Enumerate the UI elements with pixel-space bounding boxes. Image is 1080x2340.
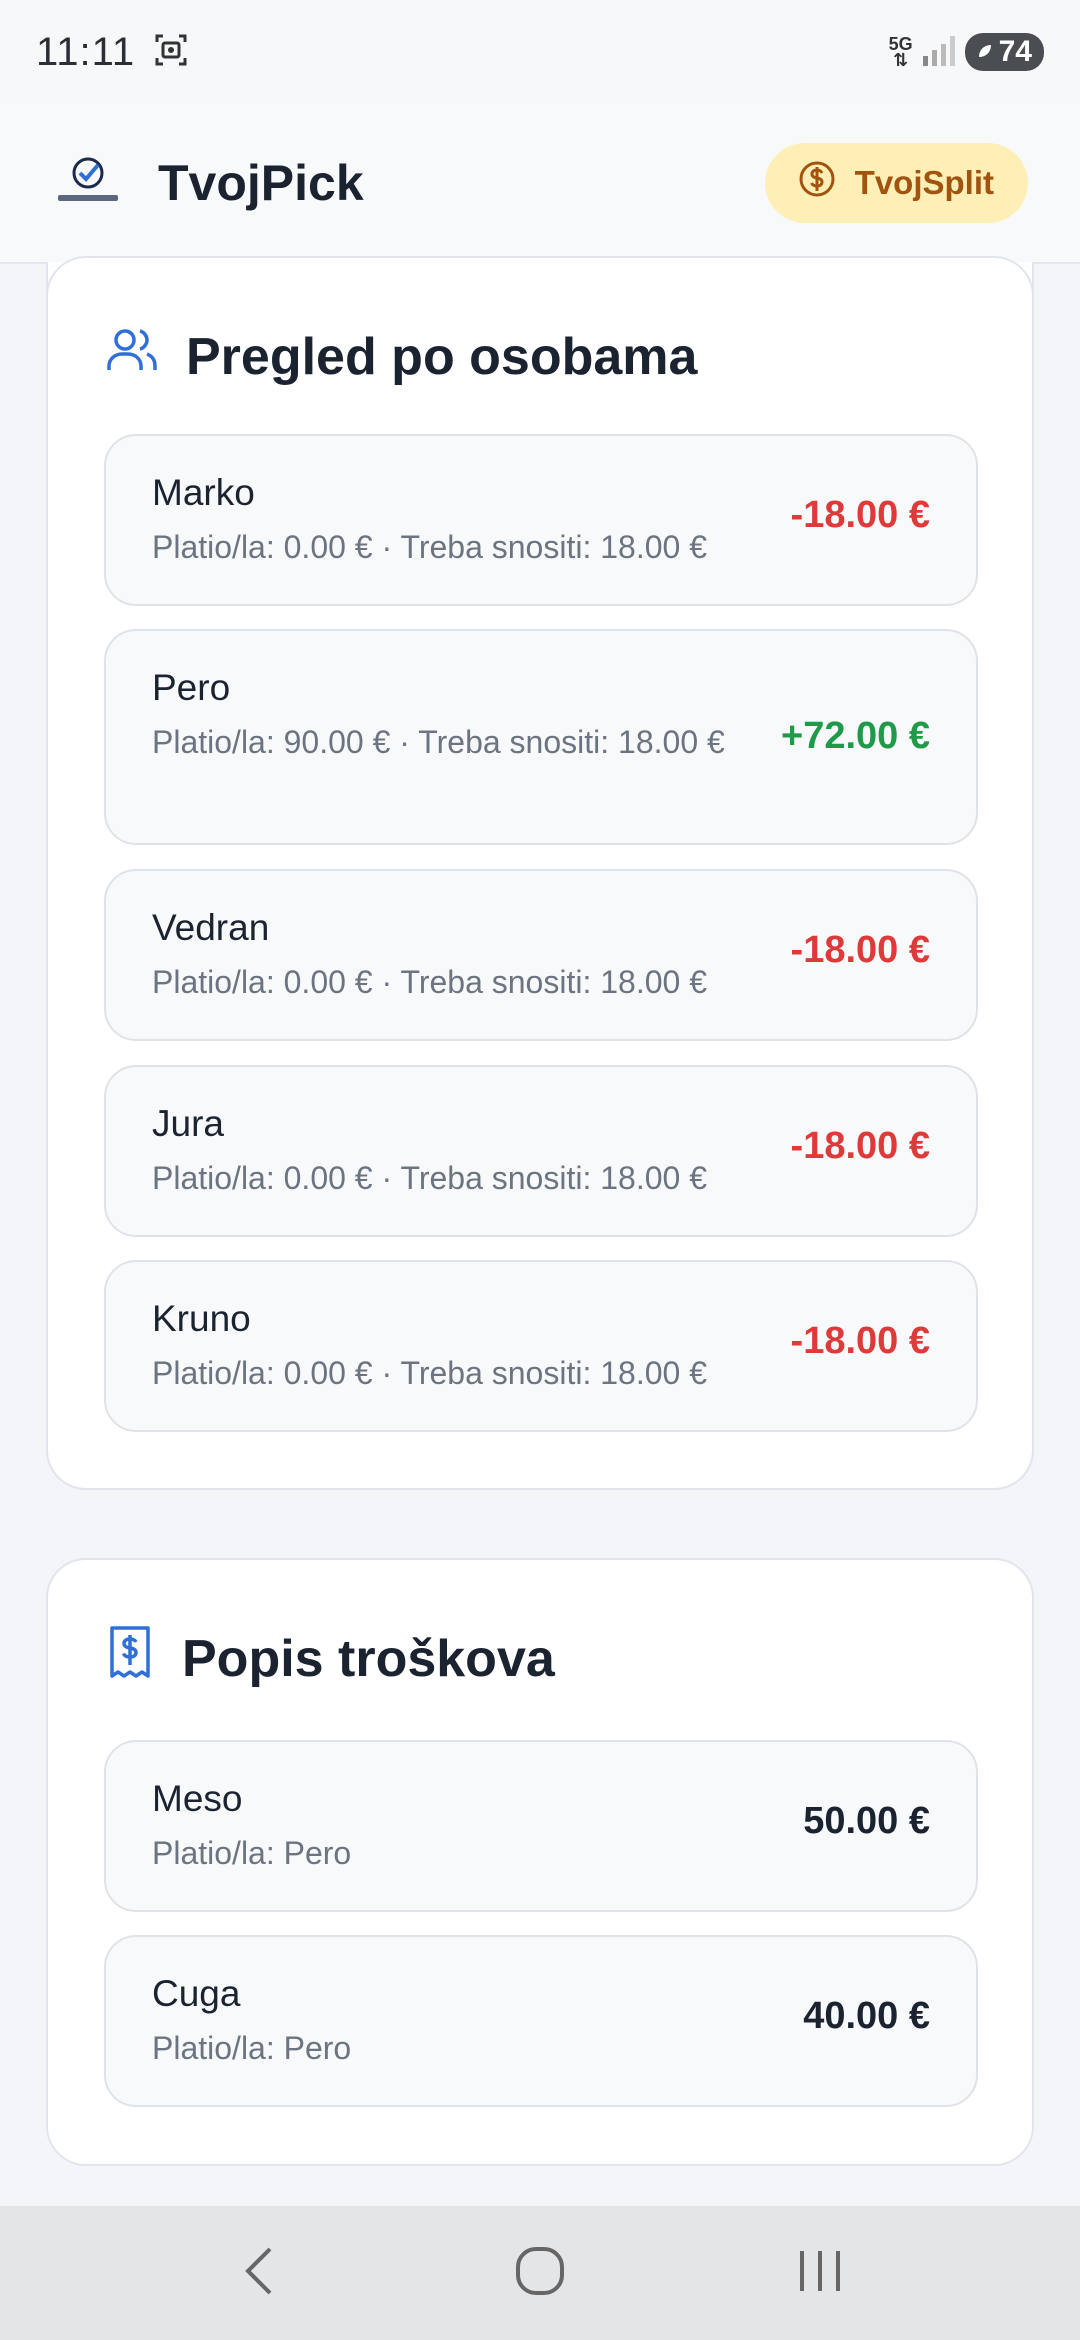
person-row-marko[interactable]: Marko Platio/la: 0.00 € · Treba snositi:… (104, 434, 978, 606)
person-row-pero[interactable]: Pero Platio/la: 90.00 € · Treba snositi:… (104, 629, 978, 845)
recents-icon (792, 2243, 848, 2304)
expense-amount: 50.00 € (803, 1800, 930, 1842)
recents-button[interactable] (775, 2228, 865, 2318)
status-time: 11:11 (36, 29, 136, 74)
person-balance: -18.00 € (790, 1320, 930, 1362)
app-header: TvojPick TvojSplit (0, 104, 1080, 264)
screenshot-icon (153, 32, 189, 73)
expense-payer: Platio/la: Pero (152, 1835, 352, 1871)
person-name: Pero (152, 667, 231, 708)
back-button[interactable] (215, 2228, 305, 2318)
person-balance: +72.00 € (781, 715, 930, 757)
battery-saver-icon (975, 35, 995, 69)
people-overview-title: Pregled po osobama (104, 322, 697, 391)
person-balance: -18.00 € (790, 494, 930, 536)
system-nav-bar (0, 2206, 1080, 2340)
person-balance: -18.00 € (790, 929, 930, 971)
tvojsplit-label: TvojSplit (854, 164, 994, 201)
people-overview-card: Pregled po osobama Marko Platio/la: 0.00… (46, 256, 1034, 1490)
person-name: Jura (152, 1103, 224, 1144)
person-balance: -18.00 € (790, 1125, 930, 1167)
person-details: Platio/la: 0.00 € · Treba snositi: 18.00… (152, 1355, 707, 1391)
app-title: TvojPick (158, 155, 364, 211)
tvojsplit-button[interactable]: TvojSplit (764, 143, 1028, 223)
back-icon (238, 2243, 282, 2304)
status-bar: 11:11 5G ⇅ 74 (0, 0, 1080, 104)
person-name: Vedran (152, 907, 270, 948)
expenses-title: Popis troškova (104, 1624, 555, 1693)
person-row-jura[interactable]: Jura Platio/la: 0.00 € · Treba snositi: … (104, 1065, 978, 1237)
home-icon (512, 2243, 568, 2304)
person-details: Platio/la: 90.00 € · Treba snositi: 18.0… (152, 724, 725, 760)
signal-icon (921, 32, 957, 73)
expense-row-cuga[interactable]: Cuga Platio/la: Pero 40.00 € (104, 1935, 978, 2107)
expense-amount: 40.00 € (803, 1995, 930, 2037)
expense-name: Cuga (152, 1973, 241, 2014)
expense-payer: Platio/la: Pero (152, 2030, 352, 2066)
person-details: Platio/la: 0.00 € · Treba snositi: 18.00… (152, 529, 707, 565)
person-details: Platio/la: 0.00 € · Treba snositi: 18.00… (152, 964, 707, 1000)
battery-indicator: 74 (964, 33, 1044, 71)
person-name: Marko (152, 472, 255, 513)
expenses-card: Popis troškova Meso Platio/la: Pero 50.0… (46, 1558, 1034, 2166)
home-button[interactable] (495, 2228, 585, 2318)
app-logo[interactable] (52, 151, 124, 215)
expense-name: Meso (152, 1778, 243, 1819)
person-row-kruno[interactable]: Kruno Platio/la: 0.00 € · Treba snositi:… (104, 1260, 978, 1432)
network-indicator: 5G ⇅ (888, 34, 913, 70)
person-details: Platio/la: 0.00 € · Treba snositi: 18.00… (152, 1160, 707, 1196)
dollar-circle-icon (797, 159, 837, 207)
receipt-dollar-icon (104, 1624, 156, 1693)
expense-row-meso[interactable]: Meso Platio/la: Pero 50.00 € (104, 1740, 978, 1912)
person-row-vedran[interactable]: Vedran Platio/la: 0.00 € · Treba snositi… (104, 869, 978, 1041)
person-name: Kruno (152, 1298, 251, 1339)
users-icon (104, 322, 160, 391)
